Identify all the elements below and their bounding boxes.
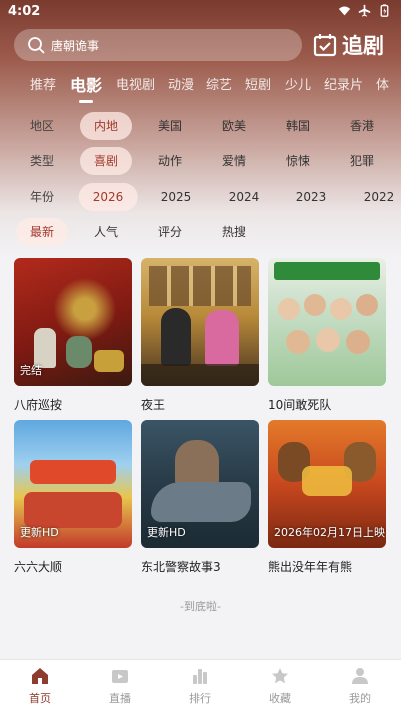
search-bar[interactable]: 唐朝诡事 xyxy=(14,29,302,61)
movie-card[interactable]: 完结 八府巡按 xyxy=(14,258,132,413)
movie-poster[interactable] xyxy=(268,258,386,386)
star-icon xyxy=(272,668,288,684)
tab-anime[interactable]: 动漫 xyxy=(168,74,194,93)
bottom-navigation: 首页 直播 排行 收藏 我的 xyxy=(0,659,401,713)
tab-short-drama[interactable]: 短剧 xyxy=(245,74,271,93)
nav-label: 收藏 xyxy=(269,692,291,705)
filter-option-genre[interactable]: 动作 xyxy=(158,147,182,175)
movie-poster[interactable]: 更新HD xyxy=(14,420,132,548)
filter-option-genre[interactable]: 爱情 xyxy=(222,147,246,175)
sort-option[interactable]: 评分 xyxy=(158,218,182,246)
filter-option-year[interactable]: 2026 xyxy=(78,183,138,211)
category-tabs: 推荐 电影 电视剧 动漫 综艺 短剧 少儿 纪录片 体 xyxy=(0,74,401,104)
nav-profile[interactable]: 我的 xyxy=(330,666,390,706)
wifi-icon xyxy=(338,6,351,16)
status-bar: 4:02 xyxy=(0,0,401,24)
filter-label-region: 地区 xyxy=(29,119,55,133)
nav-ranking[interactable]: 排行 xyxy=(170,666,230,706)
filter-row-genre: 类型 喜剧 动作 爱情 惊悚 犯罪 xyxy=(0,147,401,175)
filter-option-year[interactable]: 2023 xyxy=(296,183,327,211)
tab-sports[interactable]: 体 xyxy=(376,74,389,93)
movie-badge: 更新HD xyxy=(20,526,59,539)
filter-option-region[interactable]: 内地 xyxy=(79,112,133,140)
brand-logo[interactable]: 追剧 xyxy=(313,30,384,60)
movie-badge: 2026年02月17日上映 xyxy=(274,526,385,539)
filter-option-region[interactable]: 韩国 xyxy=(286,112,310,140)
brand-name: 追剧 xyxy=(342,34,384,58)
sort-option[interactable]: 热搜 xyxy=(222,218,246,246)
status-time: 4:02 xyxy=(8,4,41,19)
movie-title: 东北警察故事3 xyxy=(141,560,221,574)
filter-option-genre[interactable]: 犯罪 xyxy=(350,147,374,175)
nav-label: 首页 xyxy=(29,692,51,705)
nav-label: 我的 xyxy=(349,692,371,705)
tab-kids[interactable]: 少儿 xyxy=(285,74,311,93)
filter-label-year: 年份 xyxy=(29,190,55,204)
filter-option-year[interactable]: 2025 xyxy=(161,183,192,211)
movie-title: 八府巡按 xyxy=(14,398,63,412)
user-icon xyxy=(352,668,368,684)
tab-documentary[interactable]: 纪录片 xyxy=(324,74,363,93)
filter-row-year: 年份 2026 2025 2024 2023 2022 xyxy=(0,183,401,211)
movie-title: 六六大顺 xyxy=(14,560,63,574)
nav-label: 排行 xyxy=(189,692,211,705)
movie-card[interactable]: 10间敢死队 xyxy=(268,258,386,413)
movie-poster[interactable]: 完结 xyxy=(14,258,132,386)
movie-poster[interactable]: 2026年02月17日上映 xyxy=(268,420,386,548)
filter-label-genre: 类型 xyxy=(29,154,55,168)
nav-favorites[interactable]: 收藏 xyxy=(250,666,310,706)
sort-row: 最新 人气 评分 热搜 xyxy=(0,218,401,246)
calendar-check-icon xyxy=(313,34,337,57)
movie-title: 10间敢死队 xyxy=(268,398,332,412)
airplane-icon xyxy=(358,4,371,17)
status-icons xyxy=(338,4,391,17)
movie-card[interactable]: 2026年02月17日上映 熊出没年年有熊 xyxy=(268,420,386,575)
nav-live[interactable]: 直播 xyxy=(90,666,150,706)
movie-poster[interactable] xyxy=(141,258,259,386)
search-placeholder: 唐朝诡事 xyxy=(51,38,100,53)
tab-recommend[interactable]: 推荐 xyxy=(30,74,56,93)
filter-option-genre[interactable]: 惊悚 xyxy=(286,147,310,175)
sort-option[interactable]: 最新 xyxy=(15,218,69,246)
home-icon xyxy=(32,668,48,684)
tv-icon xyxy=(112,670,128,683)
nav-home[interactable]: 首页 xyxy=(10,666,70,706)
movie-card[interactable]: 更新HD 东北警察故事3 xyxy=(141,420,259,575)
battery-icon xyxy=(380,4,389,17)
movie-badge: 更新HD xyxy=(147,526,186,539)
movie-card[interactable]: 夜王 xyxy=(141,258,259,413)
end-of-list-text: -到底啦- xyxy=(180,600,221,613)
nav-label: 直播 xyxy=(109,692,131,705)
filter-option-region[interactable]: 美国 xyxy=(158,112,182,140)
filter-option-year[interactable]: 2024 xyxy=(229,183,260,211)
chart-icon xyxy=(193,669,207,684)
tab-movie[interactable]: 电影 xyxy=(70,74,102,96)
filter-option-year[interactable]: 2022 xyxy=(364,183,395,211)
filter-row-region: 地区 内地 美国 欧美 韩国 香港 xyxy=(0,112,401,140)
movie-title: 夜王 xyxy=(141,398,166,412)
movie-badge: 完结 xyxy=(20,364,42,377)
tab-tv-series[interactable]: 电视剧 xyxy=(116,74,155,93)
movie-title: 熊出没年年有熊 xyxy=(268,560,353,574)
movie-poster[interactable]: 更新HD xyxy=(141,420,259,548)
filter-option-region[interactable]: 欧美 xyxy=(222,112,246,140)
search-icon xyxy=(28,37,45,54)
tab-variety[interactable]: 综艺 xyxy=(206,74,232,93)
filter-option-genre[interactable]: 喜剧 xyxy=(79,147,133,175)
filter-option-region[interactable]: 香港 xyxy=(350,112,374,140)
movie-card[interactable]: 更新HD 六六大顺 xyxy=(14,420,132,575)
sort-option[interactable]: 人气 xyxy=(94,218,118,246)
